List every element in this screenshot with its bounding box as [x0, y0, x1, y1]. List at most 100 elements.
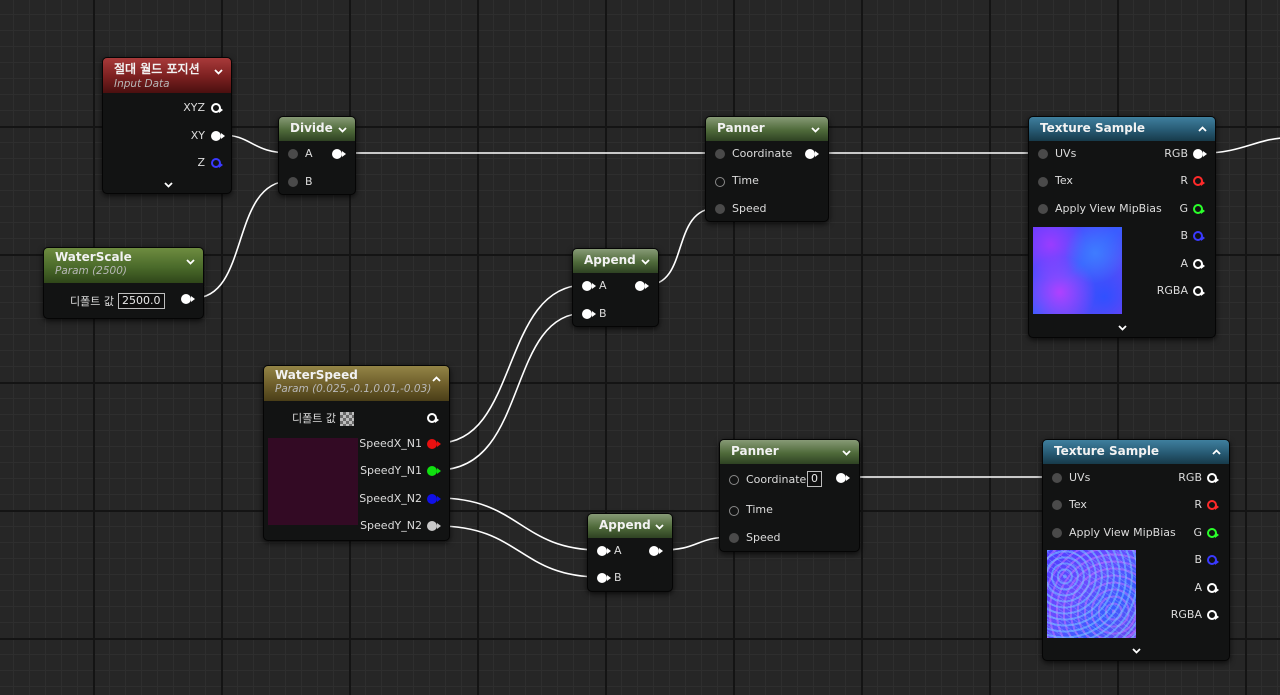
chevron-down-icon[interactable]: [640, 256, 651, 267]
output-pin-z[interactable]: [211, 158, 223, 168]
chevron-down-icon[interactable]: [1117, 324, 1128, 332]
node-header[interactable]: WaterScale Param (2500): [44, 248, 203, 283]
input-pin-time[interactable]: [715, 177, 725, 187]
node-header[interactable]: Panner: [720, 440, 859, 464]
input-label-apply-view-mipbias: Apply View MipBias: [1055, 202, 1162, 215]
node-water-speed[interactable]: WaterSpeed Param (0.025,-0.1,0.01,-0.03)…: [263, 365, 450, 541]
output-label-r: R: [1180, 174, 1188, 187]
output-label-g: G: [1193, 526, 1202, 539]
output-pin-result[interactable]: [836, 473, 850, 483]
chevron-down-icon[interactable]: [654, 521, 665, 532]
input-pin-coordinate[interactable]: [729, 475, 739, 485]
node-panner-2[interactable]: Panner Coordinate 0 Time Speed: [719, 439, 860, 552]
output-pin-r[interactable]: [1193, 176, 1205, 186]
output-pin-speedx-n2[interactable]: [427, 494, 441, 504]
input-pin-uvs[interactable]: [1038, 149, 1048, 159]
output-pin-result[interactable]: [649, 546, 663, 556]
output-pin-r[interactable]: [1207, 500, 1219, 510]
output-pin-result[interactable]: [332, 149, 346, 159]
input-pin-speed[interactable]: [729, 533, 739, 543]
node-header[interactable]: 절대 월드 포지션 Input Data: [103, 58, 231, 93]
node-title: 절대 월드 포지션: [114, 62, 200, 76]
output-label-xy: XY: [190, 129, 205, 142]
output-pin-speedy-n2[interactable]: [427, 521, 441, 531]
coordinate-value-field[interactable]: 0: [807, 471, 822, 487]
node-header[interactable]: Append: [573, 249, 658, 273]
output-label-speedy-n2: SpeedY_N2: [360, 519, 422, 532]
input-label-apply-view-mipbias: Apply View MipBias: [1069, 526, 1176, 539]
node-panner-1[interactable]: Panner Coordinate Time Speed: [705, 116, 829, 222]
chevron-down-icon[interactable]: [1131, 647, 1142, 655]
input-pin-time[interactable]: [729, 506, 739, 516]
input-label-time: Time: [732, 174, 759, 187]
output-pin-speedy-n1[interactable]: [427, 466, 441, 476]
node-title: Texture Sample: [1040, 121, 1146, 135]
node-texture-sample-2[interactable]: Texture Sample UVs Tex Apply View MipBia…: [1042, 439, 1230, 661]
input-label-a: A: [614, 544, 622, 557]
node-header[interactable]: WaterSpeed Param (0.025,-0.1,0.01,-0.03): [264, 366, 449, 401]
node-header[interactable]: Divide: [279, 117, 355, 141]
input-pin-apply-view-mipbias[interactable]: [1052, 528, 1062, 538]
output-pin-b[interactable]: [1207, 555, 1219, 565]
node-water-scale[interactable]: WaterScale Param (2500) 디폴트 값 2500.0: [43, 247, 204, 319]
input-label-a: A: [305, 147, 313, 160]
node-texture-sample-1[interactable]: Texture Sample UVs Tex Apply View MipBia…: [1028, 116, 1216, 338]
wire-speedy-n1-to-append1-b: [437, 312, 586, 471]
output-pin-xy[interactable]: [211, 131, 225, 141]
node-header[interactable]: Panner: [706, 117, 828, 141]
input-pin-apply-view-mipbias[interactable]: [1038, 204, 1048, 214]
input-pin-a[interactable]: [288, 149, 298, 159]
output-pin-b[interactable]: [1193, 231, 1205, 241]
output-pin-result[interactable]: [805, 149, 819, 159]
output-label-rgba: RGBA: [1156, 284, 1188, 297]
chevron-down-icon[interactable]: [213, 66, 224, 77]
input-pin-b[interactable]: [597, 573, 611, 583]
output-label-a: A: [1194, 581, 1202, 594]
input-pin-tex[interactable]: [1038, 177, 1048, 187]
default-value-label: 디폴트 값: [292, 412, 336, 425]
chevron-down-icon[interactable]: [163, 181, 174, 189]
node-absolute-world-position[interactable]: 절대 월드 포지션 Input Data XYZ XY Z: [102, 57, 232, 194]
output-pin-g[interactable]: [1207, 528, 1219, 538]
input-pin-b[interactable]: [288, 177, 298, 187]
chevron-down-icon[interactable]: [337, 124, 348, 135]
default-value-label: 디폴트 값: [70, 295, 114, 308]
node-header[interactable]: Texture Sample: [1029, 117, 1215, 141]
output-pin-g[interactable]: [1193, 204, 1205, 214]
chevron-up-icon[interactable]: [1197, 124, 1208, 135]
output-label-speedy-n1: SpeedY_N1: [360, 464, 422, 477]
output-pin-result[interactable]: [635, 281, 649, 291]
node-header[interactable]: Texture Sample: [1043, 440, 1229, 464]
input-pin-a[interactable]: [597, 546, 611, 556]
chevron-down-icon[interactable]: [185, 256, 196, 267]
input-pin-a[interactable]: [582, 281, 596, 291]
output-pin-rgb[interactable]: [1207, 473, 1219, 483]
output-pin-xyz[interactable]: [211, 103, 223, 113]
input-pin-tex[interactable]: [1052, 500, 1062, 510]
output-pin-a[interactable]: [1207, 583, 1219, 593]
output-label-r: R: [1194, 498, 1202, 511]
output-pin-speedx-n1[interactable]: [427, 439, 441, 449]
output-pin-value[interactable]: [427, 413, 439, 423]
color-picker-swatch[interactable]: [340, 412, 354, 426]
input-pin-speed[interactable]: [715, 204, 725, 214]
output-pin-rgba[interactable]: [1207, 610, 1219, 620]
output-pin-rgba[interactable]: [1193, 286, 1205, 296]
output-pin-value[interactable]: [181, 294, 195, 304]
output-pin-a[interactable]: [1193, 259, 1205, 269]
chevron-up-icon[interactable]: [431, 374, 442, 385]
node-subtitle: Input Data: [114, 78, 170, 90]
node-append-2[interactable]: Append A B: [587, 513, 673, 592]
node-subtitle: Param (0.025,-0.1,0.01,-0.03): [275, 383, 432, 395]
default-value-field[interactable]: 2500.0: [118, 293, 165, 309]
output-pin-rgb[interactable]: [1193, 149, 1207, 159]
input-pin-coordinate[interactable]: [715, 149, 725, 159]
node-header[interactable]: Append: [588, 514, 672, 538]
input-pin-uvs[interactable]: [1052, 473, 1062, 483]
chevron-up-icon[interactable]: [1211, 447, 1222, 458]
chevron-down-icon[interactable]: [841, 447, 852, 458]
chevron-down-icon[interactable]: [810, 124, 821, 135]
node-append-1[interactable]: Append A B: [572, 248, 659, 327]
node-divide[interactable]: Divide A B: [278, 116, 356, 195]
input-pin-b[interactable]: [582, 309, 596, 319]
